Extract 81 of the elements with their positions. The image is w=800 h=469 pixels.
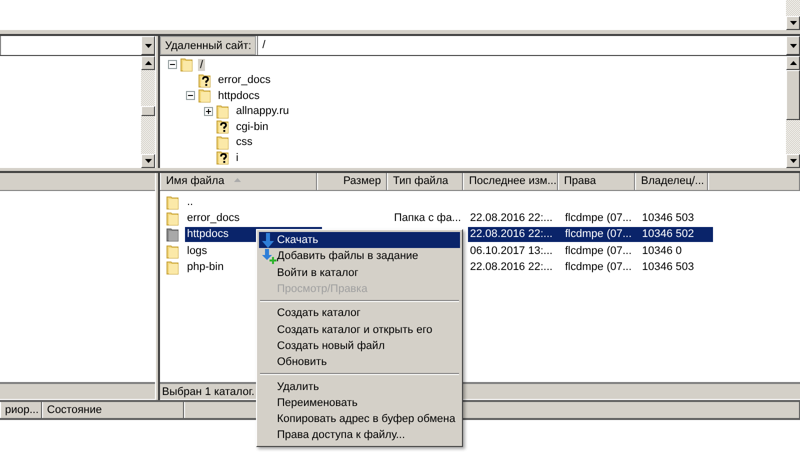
modified-date: 06.10.2017 13:... <box>469 244 554 259</box>
column-header[interactable]: Последнее изм... <box>463 173 558 190</box>
splitter[interactable] <box>155 173 160 400</box>
status-text: Выбран 1 каталог. <box>162 386 254 398</box>
download-icon <box>262 233 274 248</box>
tree-item[interactable]: cgi-bin <box>234 120 270 133</box>
folder-icon <box>166 244 180 259</box>
file-name[interactable]: .. <box>185 194 322 210</box>
folder-icon <box>166 260 180 275</box>
owner: 10346 0 <box>641 244 683 259</box>
caret-up-icon <box>790 61 796 65</box>
splitter[interactable] <box>0 30 800 36</box>
folder-icon <box>216 104 230 119</box>
owner: 10346 503 <box>641 260 695 275</box>
scroll-up-button[interactable] <box>141 56 155 70</box>
permissions: flcdmpe (07... <box>564 210 633 226</box>
column-header[interactable]: Права <box>558 173 635 190</box>
download-plus-icon <box>262 249 277 264</box>
dropdown-button[interactable] <box>141 36 155 55</box>
file-type: Папка с фа... <box>393 210 462 226</box>
unknown-folder-icon <box>216 150 230 166</box>
expand-icon[interactable] <box>204 106 213 116</box>
caret-down-icon <box>790 44 796 48</box>
menu-item[interactable]: Создать каталог и открыть его <box>259 321 460 338</box>
column-header[interactable]: Состояние <box>42 402 184 418</box>
sort-arrow-icon <box>234 178 242 182</box>
menu-item[interactable]: Добавить файлы в задание <box>259 248 460 265</box>
unknown-folder-icon <box>198 72 212 88</box>
scroll-down-button[interactable] <box>786 154 800 168</box>
caret-down-icon <box>790 159 796 163</box>
scrollbar-thumb[interactable] <box>141 106 155 116</box>
permissions: flcdmpe (07... <box>564 244 633 259</box>
menu-item[interactable]: Копировать адрес в буфер обмена <box>259 410 460 428</box>
tree-item[interactable]: i <box>234 152 240 164</box>
column-header[interactable]: Тип файла <box>387 173 463 190</box>
caret-down-icon <box>790 21 796 25</box>
tree-item[interactable]: / <box>198 58 206 71</box>
modified-date: 22.08.2016 22:... <box>469 210 554 226</box>
collapse-icon[interactable] <box>168 60 177 70</box>
splitter[interactable] <box>155 36 160 168</box>
column-header[interactable]: Имя файла <box>160 173 317 190</box>
owner: 10346 502 <box>640 227 713 242</box>
splitter[interactable] <box>0 168 800 173</box>
menu-item[interactable]: Удалить <box>259 378 460 395</box>
caret-down-icon <box>144 44 152 48</box>
caret-up-icon <box>144 61 152 65</box>
menu-item[interactable]: Переименовать <box>259 394 460 411</box>
folder-icon <box>180 57 194 72</box>
folder-icon <box>166 210 180 226</box>
column-header[interactable]: Размер <box>317 173 387 190</box>
caret-down-icon <box>144 159 152 163</box>
folder-icon <box>216 134 230 150</box>
menu-item[interactable]: Войти в каталог <box>259 264 460 281</box>
scrollbar-thumb[interactable] <box>786 70 800 120</box>
file-name[interactable]: error_docs <box>185 210 322 226</box>
scroll-up-button[interactable] <box>786 56 800 70</box>
column-header[interactable]: риор... <box>0 402 42 418</box>
menu-item[interactable]: Создать новый файл <box>259 338 460 354</box>
dropdown-button[interactable] <box>786 36 800 55</box>
column-header[interactable]: Владелец/... <box>635 173 708 190</box>
folder-icon <box>166 227 180 242</box>
menu-item[interactable]: Создать каталог <box>259 305 460 322</box>
permissions: flcdmpe (07... <box>564 260 633 275</box>
folder-icon <box>166 194 180 210</box>
collapse-icon[interactable] <box>186 91 195 100</box>
menu-item[interactable]: Права доступа к файлу... <box>259 427 460 444</box>
modified-date: 22.08.2016 22:... <box>469 260 554 275</box>
owner: 10346 503 <box>641 210 695 226</box>
folder-icon <box>198 88 212 104</box>
scroll-down-button[interactable] <box>141 154 155 168</box>
remote-site-label: Удаленный сайт: <box>160 36 256 55</box>
permissions: flcdmpe (07... <box>563 227 640 242</box>
tree-item[interactable]: error_docs <box>216 74 273 86</box>
tree-item[interactable]: allnappy.ru <box>234 105 291 118</box>
scroll-down-button[interactable] <box>786 16 800 30</box>
tree-item[interactable]: css <box>234 136 254 148</box>
menu-item[interactable]: Скачать <box>259 232 460 248</box>
menu-item[interactable]: Обновить <box>259 354 460 370</box>
unknown-folder-icon <box>216 119 230 134</box>
modified-date: 22.08.2016 22:... <box>468 227 563 242</box>
tree-item[interactable]: httpdocs <box>216 90 262 102</box>
